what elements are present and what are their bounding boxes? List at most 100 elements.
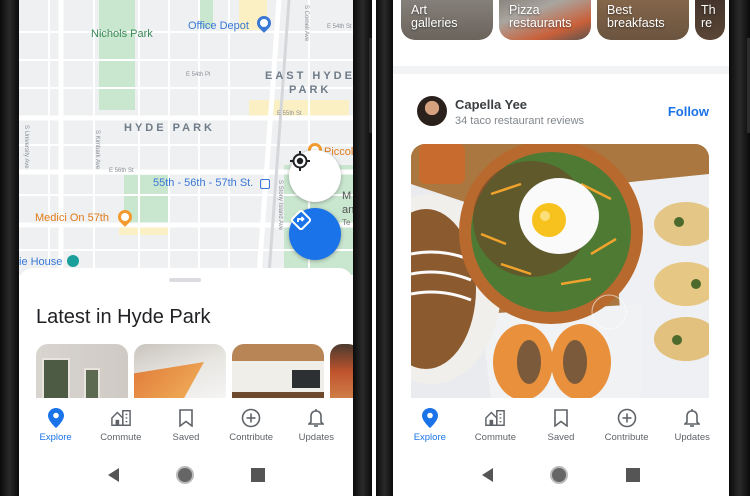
nav-explore[interactable]: Explore <box>24 398 88 454</box>
map-label-transit-station[interactable]: 55th - 56th - 57th St. <box>153 177 253 189</box>
bottom-navigation: Explore Commute Saved Contribute Updates <box>393 398 729 454</box>
screenshot-stage: Nichols Park Office Depot EAST HYDE PARK… <box>0 0 750 500</box>
map-label-east-hyde-park: EAST HYDE <box>265 70 353 82</box>
nav-label-saved: Saved <box>172 432 200 443</box>
phone-bezel-left <box>376 0 393 496</box>
category-label: Best breakfasts <box>607 4 665 30</box>
reviewer-name[interactable]: Capella Yee <box>455 97 527 112</box>
nav-explore[interactable]: Explore <box>398 398 462 454</box>
category-line1: Th <box>701 3 716 17</box>
bookmark-icon <box>551 408 571 428</box>
category-card-pizza-restaurants[interactable]: Pizza restaurants <box>499 0 591 40</box>
category-line2: breakfasts <box>607 16 665 30</box>
street-s-stony-island-ave: S Stony Island Ave <box>277 180 283 231</box>
system-navigation-bar <box>19 454 353 496</box>
category-cards: Art galleries Pizza restaurants Best breakf… <box>401 0 725 40</box>
add-circle-icon <box>617 408 637 428</box>
map-label-medici[interactable]: Medici On 57th <box>35 212 109 224</box>
section-divider <box>393 66 729 74</box>
nav-label-explore: Explore <box>39 432 72 443</box>
sheet-drag-handle[interactable] <box>169 278 201 282</box>
map-label-east-hyde-park-2: PARK <box>289 84 332 96</box>
street-e-56th-st: E 56th St <box>109 168 134 174</box>
map-label-house[interactable]: ie House <box>19 256 62 268</box>
nav-saved[interactable]: Saved <box>529 398 593 454</box>
reviewer-avatar[interactable] <box>417 96 447 126</box>
my-location-icon <box>290 151 310 171</box>
thumbnail-food[interactable] <box>330 344 353 400</box>
nav-commute[interactable]: Commute <box>89 398 153 454</box>
directions-icon <box>290 209 312 231</box>
explore-bottom-sheet: Latest in Hyde Park <box>19 268 353 400</box>
bell-icon <box>682 408 702 428</box>
left-phone: Nichols Park Office Depot EAST HYDE PARK… <box>0 0 372 496</box>
street-e-54th-st: E 54th St <box>327 24 352 30</box>
map-label-office-depot[interactable]: Office Depot <box>188 20 249 32</box>
nichols-park-area <box>99 0 135 110</box>
category-line2: galleries <box>411 16 458 30</box>
map-label-nichols-park[interactable]: Nichols Park <box>91 28 153 40</box>
recent-apps-icon[interactable] <box>250 468 265 482</box>
category-line1: Best <box>607 3 633 17</box>
nav-label-commute: Commute <box>100 432 142 443</box>
nav-label-contribute: Contribute <box>229 432 274 443</box>
street-e-55th-st: E 55th St <box>277 111 302 117</box>
nav-label-updates: Updates <box>674 432 710 443</box>
commute-icon <box>485 408 506 428</box>
follow-button[interactable]: Follow <box>668 104 709 119</box>
category-line2: restaurants <box>509 16 572 30</box>
thumbnail-pizza[interactable] <box>134 344 226 400</box>
back-icon[interactable] <box>107 468 119 482</box>
thumbnail-restaurant[interactable] <box>232 344 324 400</box>
taco-photo-illustration <box>411 144 709 400</box>
latest-thumbnails <box>36 344 353 400</box>
category-line2: re <box>701 16 713 30</box>
category-line1: Art <box>411 3 427 17</box>
directions-button[interactable] <box>289 208 341 260</box>
bookmark-icon <box>176 408 196 428</box>
street-s-kimbark-ave: S Kimbark Ave <box>94 130 100 170</box>
home-icon[interactable] <box>550 466 569 484</box>
location-pin-icon <box>46 408 66 428</box>
phone-side-button <box>369 38 372 133</box>
bottom-navigation: Explore Commute Saved Contribute Updates <box>19 398 353 454</box>
category-line1: Pizza <box>509 3 540 17</box>
category-card-art-galleries[interactable]: Art galleries <box>401 0 493 40</box>
nav-saved[interactable]: Saved <box>154 398 218 454</box>
reviewer-subtitle: 34 taco restaurant reviews <box>455 115 585 127</box>
category-card-best-breakfasts[interactable]: Best breakfasts <box>597 0 689 40</box>
map-label-museum-2: an <box>342 204 353 216</box>
system-navigation-bar <box>393 454 729 496</box>
category-label: Th re <box>701 4 716 30</box>
location-pin-icon <box>420 408 440 428</box>
thumbnail-art-gallery[interactable] <box>36 344 128 400</box>
nav-label-explore: Explore <box>413 432 446 443</box>
nav-commute[interactable]: Commute <box>463 398 527 454</box>
phone-bezel-left <box>0 0 19 496</box>
home-icon[interactable] <box>175 466 194 484</box>
category-label: Pizza restaurants <box>509 4 572 30</box>
sheet-title: Latest in Hyde Park <box>36 306 211 328</box>
review-photo[interactable] <box>411 144 709 400</box>
nav-label-contribute: Contribute <box>604 432 649 443</box>
nav-updates[interactable]: Updates <box>660 398 724 454</box>
left-screen: Nichols Park Office Depot EAST HYDE PARK… <box>19 0 353 496</box>
nav-updates[interactable]: Updates <box>284 398 348 454</box>
map-label-museum-3: Te <box>342 218 351 227</box>
nav-contribute[interactable]: Contribute <box>219 398 283 454</box>
commute-icon <box>110 408 131 428</box>
map-view[interactable]: Nichols Park Office Depot EAST HYDE PARK… <box>19 0 353 275</box>
category-label: Art galleries <box>411 4 458 30</box>
category-card-partial[interactable]: Th re <box>695 0 725 40</box>
nav-contribute[interactable]: Contribute <box>595 398 659 454</box>
recent-apps-icon[interactable] <box>626 468 641 482</box>
my-location-button[interactable] <box>289 150 341 202</box>
map-label-museum[interactable]: M <box>342 190 351 202</box>
add-circle-icon <box>241 408 261 428</box>
street-s-university-ave: S University Ave <box>23 125 29 169</box>
back-icon[interactable] <box>481 468 493 482</box>
nav-label-updates: Updates <box>298 432 335 443</box>
train-station-icon[interactable] <box>260 179 270 189</box>
landmark-icon[interactable] <box>67 255 79 267</box>
right-screen: Art galleries Pizza restaurants Best breakf… <box>393 0 729 496</box>
